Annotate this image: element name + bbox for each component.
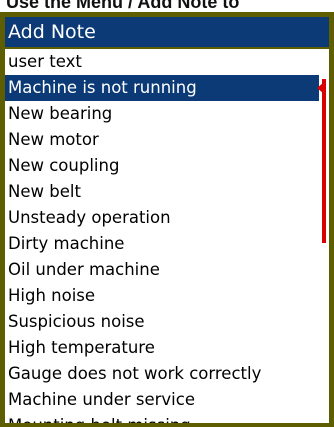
list-item-machine-not-running[interactable]: Machine is not running [5,75,319,101]
list-item-unsteady-operation[interactable]: Unsteady operation [5,205,317,231]
list-item-new-coupling[interactable]: New coupling [5,153,317,179]
scroll-left-arrow-icon[interactable] [317,83,323,93]
scrollbar-track[interactable] [322,79,326,243]
list-item-new-bearing[interactable]: New bearing [5,101,317,127]
list-item-high-temperature[interactable]: High temperature [5,335,317,361]
list-item-new-belt[interactable]: New belt [5,179,317,205]
list-item-high-noise[interactable]: High noise [5,283,317,309]
list-item-gauge-not-working[interactable]: Gauge does not work correctly [5,361,317,387]
note-options: user text Machine is not running New bea… [5,49,329,423]
list-item-new-motor[interactable]: New motor [5,127,317,153]
list-item-oil-under-machine[interactable]: Oil under machine [5,257,317,283]
list-item-machine-under-service[interactable]: Machine under service [5,387,317,413]
dialog-title: Add Note [8,21,96,43]
note-options-list[interactable]: user text Machine is not running New bea… [5,49,329,423]
list-item-user-text[interactable]: user text [5,49,317,75]
list-item-mounting-bolt-missing[interactable]: Mounting bolt missing [5,413,317,423]
list-item-dirty-machine[interactable]: Dirty machine [5,231,317,257]
list-item-suspicious-noise[interactable]: Suspicious noise [5,309,317,335]
dialog-title-bar: Add Note [5,17,329,47]
